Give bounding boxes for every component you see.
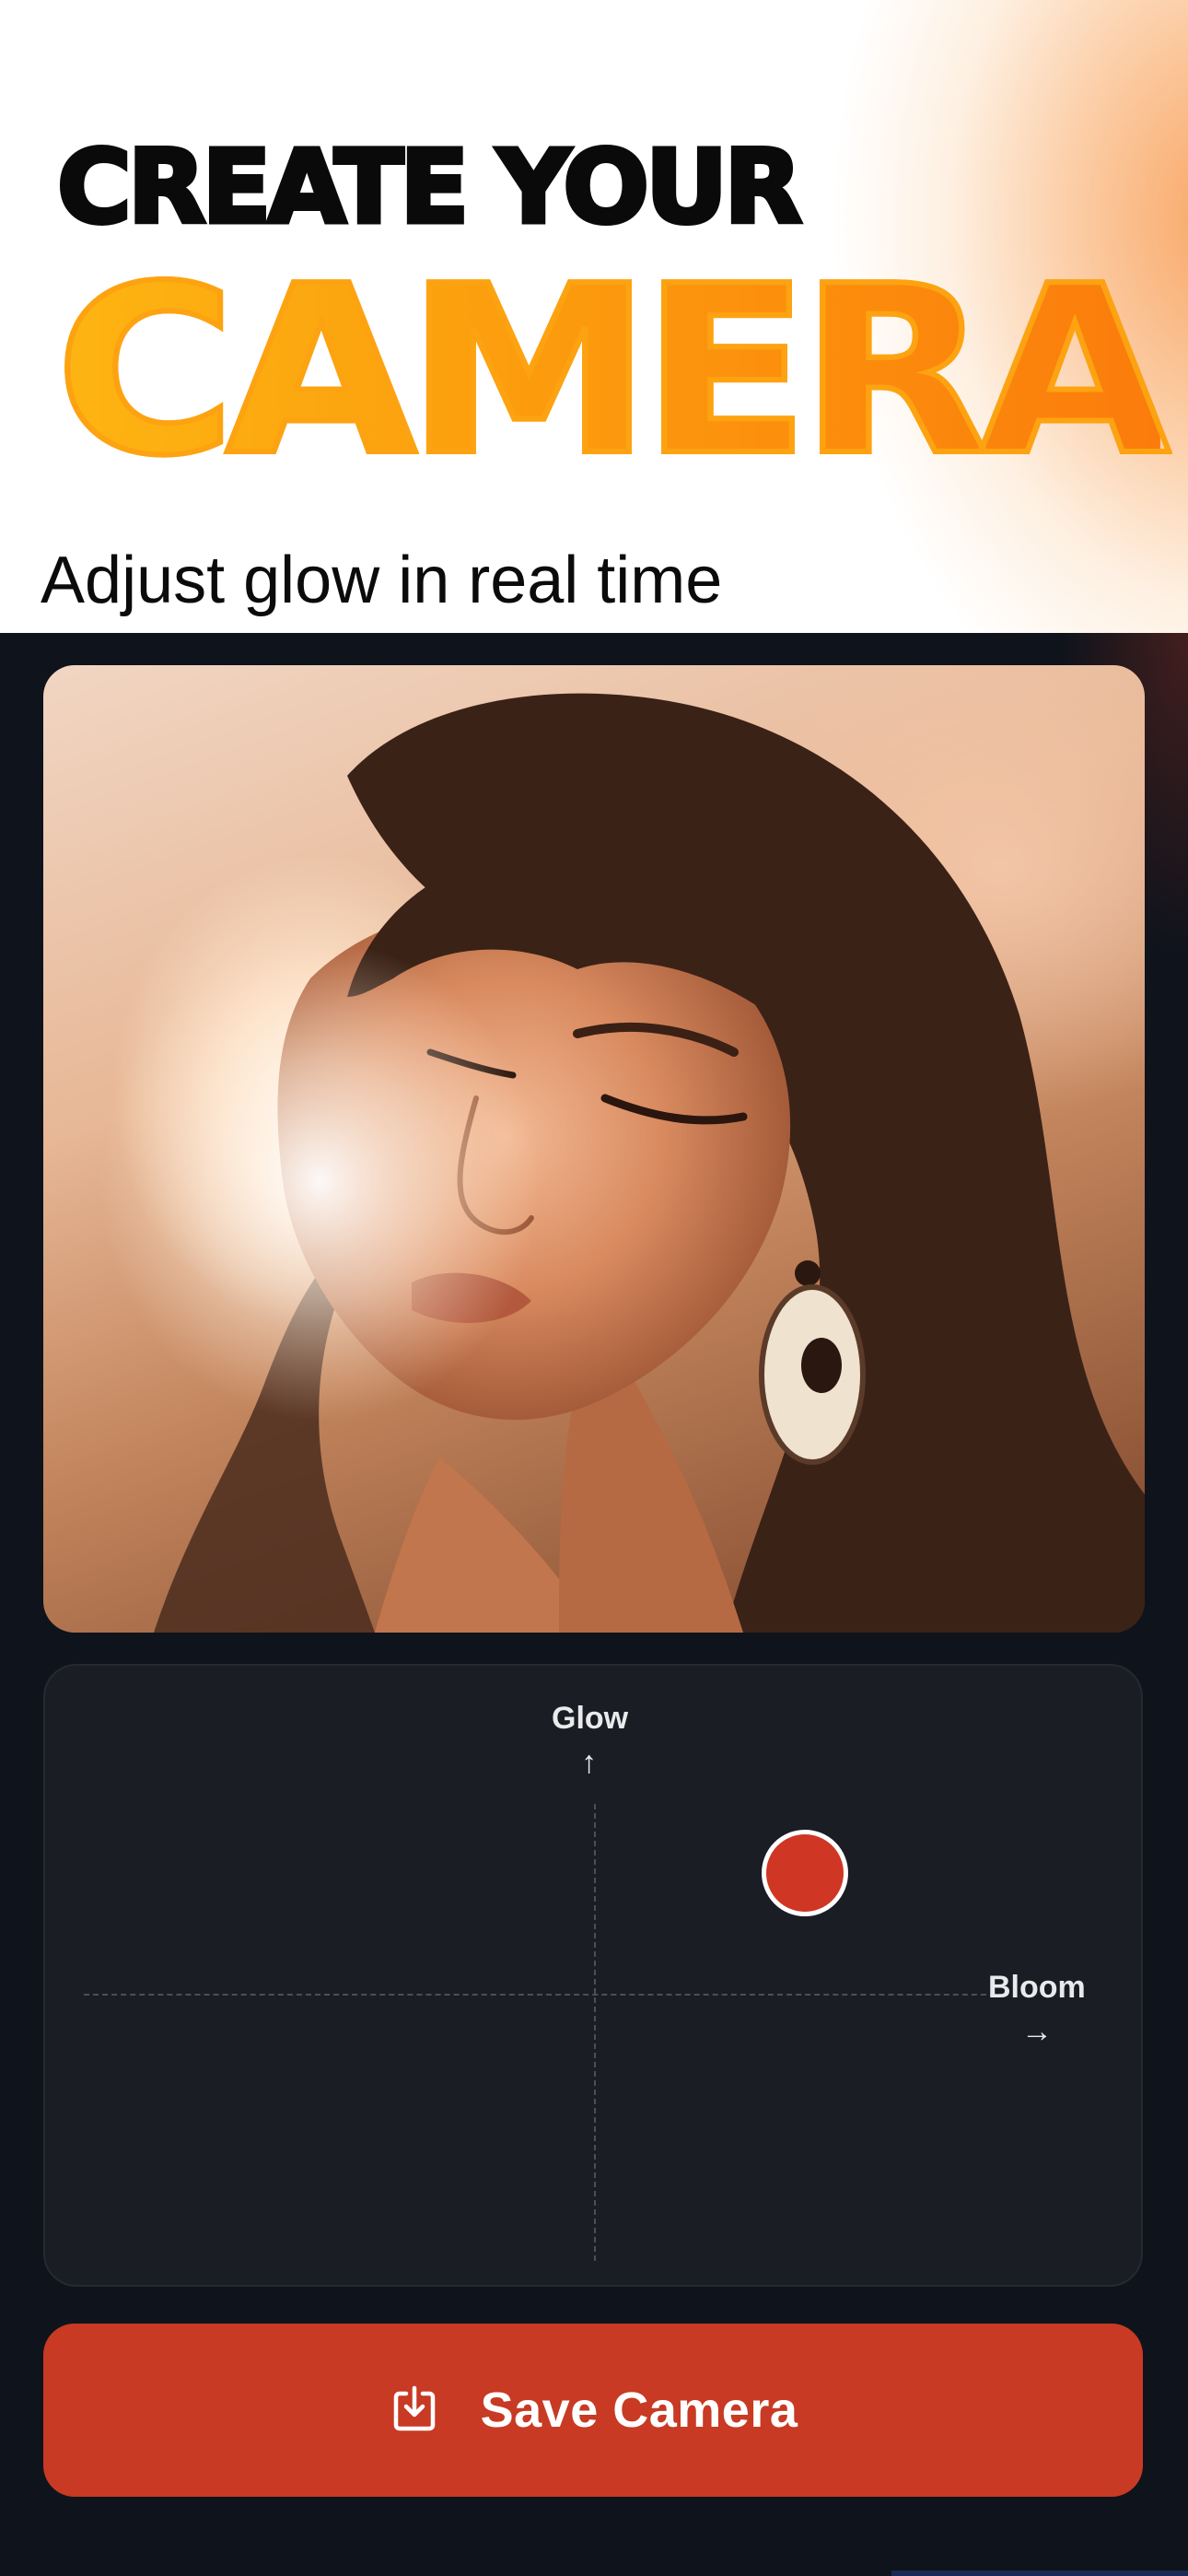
save-camera-label: Save Camera <box>480 2383 798 2438</box>
glow-axis-line <box>594 1804 596 2261</box>
glow-bloom-control-pad[interactable]: Glow ↑ Bloom → <box>43 1664 1143 2287</box>
bloom-axis-label: Bloom <box>988 1970 1086 2005</box>
bloom-axis-line <box>84 1994 1005 1996</box>
headline-create-your: CREATE YOUR <box>55 128 805 246</box>
headline-camera: CAMERA <box>52 237 1173 507</box>
arrow-right-icon: → <box>1021 2014 1053 2049</box>
arrow-up-icon: ↑ <box>581 1745 597 1780</box>
glow-bloom-handle[interactable] <box>762 1830 848 1916</box>
save-camera-button[interactable]: Save Camera <box>43 2324 1143 2497</box>
camera-preview-photo <box>43 665 1145 1633</box>
subtitle: Adjust glow in real time <box>41 544 723 617</box>
download-tray-icon <box>389 2384 440 2436</box>
hero-header: CREATE YOUR CAMERA Adjust glow in real t… <box>0 0 1188 633</box>
glow-axis-label: Glow <box>552 1701 629 1736</box>
portrait-illustration <box>99 693 1145 1633</box>
bottom-edge-strip <box>891 2570 1188 2576</box>
